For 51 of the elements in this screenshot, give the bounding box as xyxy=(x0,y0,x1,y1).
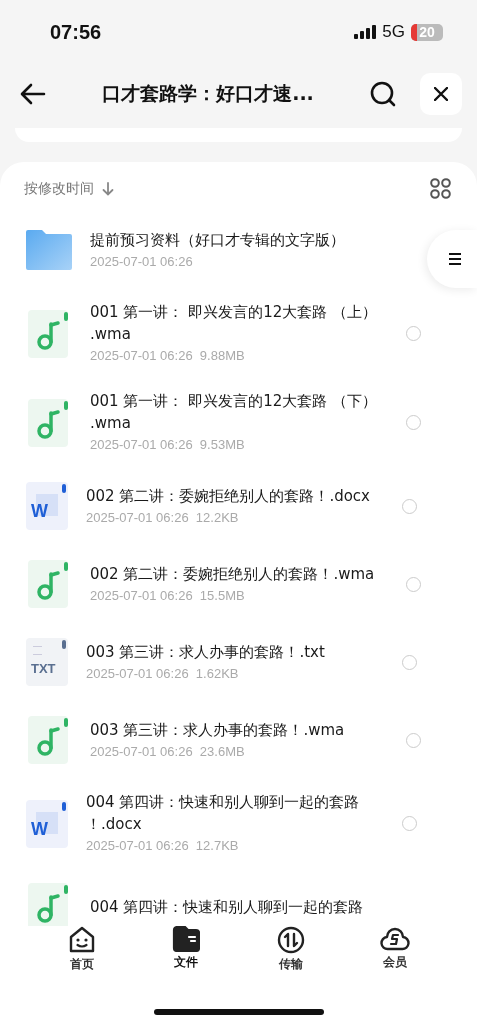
page-title: 口才套路学：好口才速... xyxy=(101,81,315,106)
file-name: 003 第三讲：求人办事的套路！.wma xyxy=(90,719,346,741)
nav-tab[interactable]: 文件 xyxy=(156,926,217,988)
close-icon xyxy=(434,87,448,101)
file-name: 001 第一讲： 即兴发言的12大套路 （上）.wma xyxy=(90,302,378,345)
file-details: 2025-07-01 06:26 9.53MB xyxy=(90,436,246,454)
menu-icon xyxy=(448,252,462,266)
text-file-icon: TXT xyxy=(26,638,68,686)
folder-icon xyxy=(26,230,72,270)
status-time: 07:56 xyxy=(50,20,102,44)
file-details: 2025-07-01 06:26 15.5MB xyxy=(90,586,246,605)
file-details: 2025-07-01 06:26 12.7KB xyxy=(86,837,240,855)
file-row[interactable]: 001 第一讲： 即兴发言的12大套路 （上）.wma 2025-07-01 06:26 9.88MB xyxy=(0,289,477,378)
word-file-icon: W xyxy=(26,482,68,530)
search-icon[interactable] xyxy=(370,81,396,107)
file-details: 2025-07-01 06:26 12.2KB xyxy=(86,508,240,527)
file-details: 2025-07-01 06:26 1.62KB xyxy=(86,664,240,683)
file-row[interactable]: 003 第三讲：求人办事的套路！.wma 2025-07-01 06:26 23.6MB xyxy=(0,701,477,779)
close-button[interactable] xyxy=(420,73,462,115)
file-details: 2025-07-01 06:26 xyxy=(90,252,194,271)
transfer-icon xyxy=(276,926,305,954)
file-row[interactable]: W 004 第四讲：快速和别人聊到一起的套路！.docx 2025-07-01 06:26 12.7KB xyxy=(0,779,477,868)
down-arrow-icon xyxy=(102,181,114,196)
grid-view-icon[interactable] xyxy=(430,178,451,199)
network-label: 5G xyxy=(382,22,405,42)
nav-tab[interactable]: 会员 xyxy=(364,926,425,988)
file-details: 2025-07-01 06:26 23.6MB xyxy=(90,742,246,761)
back-arrow-icon[interactable] xyxy=(20,83,46,105)
file-name: 提前预习资料（好口才专辑的文字版） xyxy=(90,229,346,251)
file-row[interactable]: W 002 第二讲：委婉拒绝别人的套路！.docx 2025-07-01 06:26 12.2KB xyxy=(0,467,477,545)
sort-button[interactable]: 按修改时间 xyxy=(24,179,114,198)
smiley-house-icon xyxy=(68,926,97,954)
file-name: 001 第一讲： 即兴发言的12大套路 （下）.wma xyxy=(90,391,378,434)
file-name: 004 第四讲：快速和别人聊到一起的套路 xyxy=(90,897,365,918)
word-file-icon: W xyxy=(26,799,68,848)
file-name: 002 第二讲：委婉拒绝别人的套路！.docx xyxy=(86,485,371,507)
file-name: 004 第四讲：快速和别人聊到一起的套路！.docx xyxy=(86,792,361,835)
cloud-icon xyxy=(379,926,410,952)
side-menu-button[interactable] xyxy=(427,230,477,288)
battery-indicator: 20 xyxy=(411,23,443,41)
nav-tab[interactable]: 首页 xyxy=(52,926,113,988)
nav-tab[interactable]: 传输 xyxy=(260,926,321,988)
file-name: 003 第三讲：求人办事的套路！.txt xyxy=(86,641,326,663)
file-row[interactable]: TXT 003 第三讲：求人办事的套路！.txt 2025-07-01 06:26 1.62KB xyxy=(0,623,477,701)
file-row[interactable]: 提前预习资料（好口才专辑的文字版） 2025-07-01 06:26 xyxy=(0,211,477,289)
file-details: 2025-07-01 06:26 9.88MB xyxy=(90,347,246,365)
signal-icon xyxy=(354,25,377,39)
file-row[interactable]: 004 第四讲：快速和别人聊到一起的套路 xyxy=(0,868,477,926)
file-row[interactable]: 002 第二讲：委婉拒绝别人的套路！.wma 2025-07-01 06:26 15.5MB xyxy=(0,545,477,623)
file-name: 002 第二讲：委婉拒绝别人的套路！.wma xyxy=(90,563,376,585)
file-row[interactable]: 001 第一讲： 即兴发言的12大套路 （下）.wma 2025-07-01 06:26 9.53MB xyxy=(0,378,477,467)
